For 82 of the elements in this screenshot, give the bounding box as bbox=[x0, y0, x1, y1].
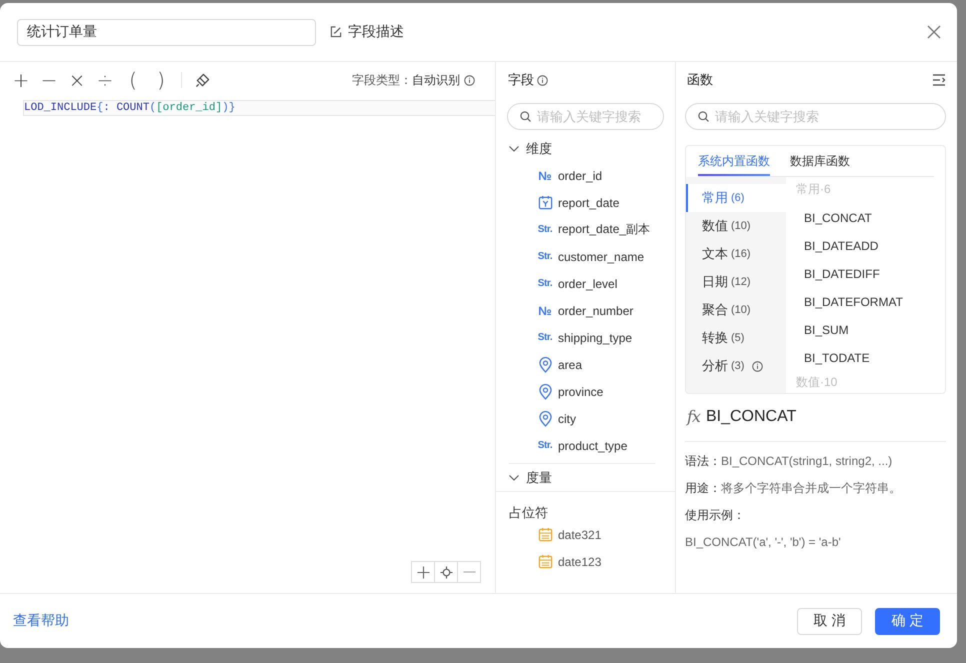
number-type-label: № bbox=[538, 170, 552, 182]
syntax-text: BI_CONCAT(string1, string2, ...) bbox=[721, 453, 892, 470]
functions-title: 函数 bbox=[687, 71, 713, 89]
info-icon bbox=[537, 74, 548, 86]
function-symbol: fx bbox=[687, 406, 700, 428]
search-icon bbox=[520, 111, 531, 122]
string-type-label: Str. bbox=[538, 278, 552, 288]
operator-button[interactable]: ÷ bbox=[91, 67, 119, 93]
location-pin-icon bbox=[538, 384, 552, 400]
calendar-icon bbox=[538, 527, 552, 542]
example-text: BI_CONCAT('a', '-', 'b') = 'a-b' bbox=[685, 534, 841, 551]
location-pin-icon bbox=[538, 410, 552, 426]
field-type-label: 字段类型： bbox=[352, 72, 412, 88]
close-button[interactable] bbox=[927, 25, 941, 39]
eraser-icon bbox=[194, 72, 210, 88]
name-input[interactable]: 统计订单量 bbox=[17, 18, 316, 46]
crosshair-icon bbox=[440, 566, 452, 578]
operator-button[interactable]: ( bbox=[119, 67, 147, 93]
field-item[interactable]: province bbox=[536, 384, 604, 400]
help-link[interactable]: 查看帮助 bbox=[13, 612, 69, 630]
number-type-label: № bbox=[538, 304, 552, 316]
location-pin-icon bbox=[538, 356, 552, 372]
string-type-label: Str. bbox=[538, 440, 552, 450]
operator-button[interactable]: + bbox=[7, 67, 35, 93]
calendar-icon bbox=[538, 554, 552, 569]
fields-title: 字段 bbox=[508, 71, 534, 89]
group-header[interactable]: 维度 bbox=[509, 140, 552, 158]
usage-text: 将多个字符串合并成一个字符串。 bbox=[721, 480, 901, 497]
operator-button[interactable]: ) bbox=[147, 67, 175, 93]
placeholder-section-title: 占位符 bbox=[509, 505, 548, 520]
field-item[interactable]: city bbox=[536, 410, 576, 426]
placeholder-item[interactable]: date123 bbox=[536, 554, 602, 569]
function-group-heading: 常用·6 bbox=[796, 182, 831, 196]
zoom-in-button[interactable] bbox=[411, 561, 435, 583]
field-item[interactable]: Str. customer_name bbox=[536, 250, 644, 264]
example-label: 使用示例： bbox=[685, 507, 745, 524]
chevron-icon bbox=[509, 474, 519, 480]
function-item[interactable]: BI_DATEDIFF bbox=[804, 267, 880, 281]
function-name: BI_CONCAT bbox=[706, 407, 796, 427]
search-field[interactable]: 请输入关键字搜索 bbox=[507, 103, 664, 130]
search-icon bbox=[698, 111, 709, 122]
calendar-icon bbox=[538, 195, 552, 210]
syntax-label: 语法： bbox=[685, 453, 721, 470]
function-item[interactable]: BI_CONCAT bbox=[804, 211, 872, 225]
cancel-button[interactable]: 取 消 bbox=[797, 608, 862, 634]
chevron-icon bbox=[509, 146, 519, 152]
function-item[interactable]: BI_DATEADD bbox=[804, 239, 878, 253]
function-item[interactable]: BI_SUM bbox=[804, 323, 849, 337]
group-header[interactable]: 度量 bbox=[509, 468, 552, 486]
string-type-label: Str. bbox=[538, 252, 552, 262]
field-item[interactable]: report_date bbox=[536, 195, 620, 210]
field-item[interactable]: № order_number bbox=[536, 304, 634, 318]
category-tab[interactable]: 常用 (6) bbox=[686, 184, 786, 212]
plus-icon bbox=[416, 566, 430, 578]
tab[interactable]: 系统内置函数 bbox=[698, 146, 770, 176]
minus-icon bbox=[462, 571, 476, 573]
function-item[interactable]: BI_TODATE bbox=[804, 351, 870, 365]
field-type-value[interactable]: 自动识别 bbox=[412, 72, 460, 88]
field-item[interactable]: № order_id bbox=[536, 168, 602, 182]
formula-editor[interactable]: LOD_INCLUDE{: COUNT([order_id])} bbox=[0, 98, 495, 561]
search-field[interactable]: 请输入关键字搜索 bbox=[685, 103, 946, 130]
operator-button[interactable]: × bbox=[63, 67, 91, 93]
field-item[interactable]: Str. product_type bbox=[536, 438, 628, 452]
field-item[interactable]: Str. report_date_副本 bbox=[536, 221, 650, 238]
confirm-button[interactable]: 确 定 bbox=[875, 608, 940, 634]
menu-icon[interactable] bbox=[932, 74, 946, 86]
operator-button[interactable]: − bbox=[35, 67, 63, 93]
placeholder-item[interactable]: date321 bbox=[536, 527, 602, 542]
string-type-label: Str. bbox=[538, 224, 552, 234]
string-type-label: Str. bbox=[538, 332, 552, 342]
field-item[interactable]: Str. order_level bbox=[536, 276, 618, 290]
center-button[interactable] bbox=[434, 561, 458, 583]
function-group-heading: 数值·10 bbox=[796, 375, 838, 389]
description-link[interactable]: 字段描述 bbox=[330, 23, 404, 41]
field-item[interactable]: Str. shipping_type bbox=[536, 330, 632, 344]
field-item[interactable]: area bbox=[536, 356, 582, 372]
info-icon bbox=[464, 74, 475, 86]
tab[interactable]: 数据库函数 bbox=[790, 146, 850, 176]
close-icon bbox=[927, 25, 941, 39]
function-item[interactable]: BI_DATEFORMAT bbox=[804, 295, 903, 309]
edit-icon bbox=[330, 26, 342, 38]
usage-label: 用途： bbox=[685, 480, 721, 497]
